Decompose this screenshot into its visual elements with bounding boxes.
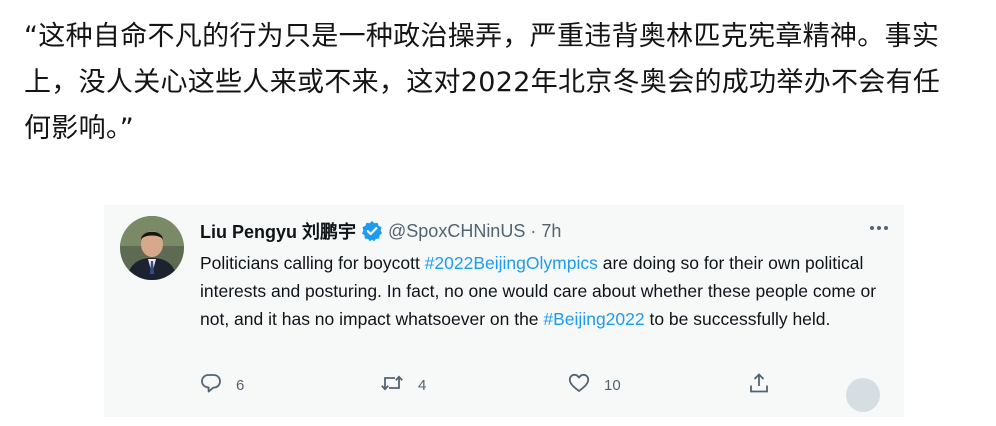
reply-icon [200, 372, 222, 398]
tweet-action-bar: 6 4 10 [200, 370, 890, 400]
embedded-tweet-card[interactable]: Liu Pengyu 刘鹏宇 @SpoxCHNinUS · 7h Politic… [104, 205, 904, 417]
more-options-icon[interactable] [868, 221, 890, 235]
hashtag-link[interactable]: #2022BeijingOlympics [425, 253, 598, 273]
timestamp[interactable]: 7h [541, 221, 561, 242]
reply-count: 6 [236, 376, 245, 394]
tweet-text-part: to be successfully held. [644, 309, 831, 329]
retweet-icon [380, 372, 404, 398]
like-button[interactable]: 10 [568, 370, 621, 400]
separator-dot: · [530, 220, 537, 241]
tweet-header: Liu Pengyu 刘鹏宇 @SpoxCHNinUS · 7h [200, 219, 561, 243]
reply-button[interactable]: 6 [200, 370, 244, 400]
share-icon [748, 372, 770, 398]
like-count: 10 [604, 376, 621, 394]
retweet-count: 4 [418, 376, 427, 394]
avatar[interactable] [120, 216, 184, 280]
retweet-button[interactable]: 4 [380, 370, 426, 400]
watermark-logo-icon [846, 378, 880, 412]
article-quote-paragraph: “这种自命不凡的行为只是一种政治操弄，严重违背奥林匹克宪章精神。事实上，没人关心… [24, 21, 941, 144]
heart-icon [568, 372, 590, 398]
verified-badge-icon [361, 220, 383, 242]
tweet-text-part: Politicians calling for boycott [200, 253, 425, 273]
display-name[interactable]: Liu Pengyu 刘鹏宇 [200, 218, 356, 244]
avatar-photo [120, 216, 184, 280]
hashtag-link[interactable]: #Beijing2022 [543, 309, 644, 329]
share-button[interactable] [748, 370, 770, 400]
tweet-text: Politicians calling for boycott #2022Bei… [200, 249, 890, 333]
handle[interactable]: @SpoxCHNinUS [388, 221, 525, 242]
